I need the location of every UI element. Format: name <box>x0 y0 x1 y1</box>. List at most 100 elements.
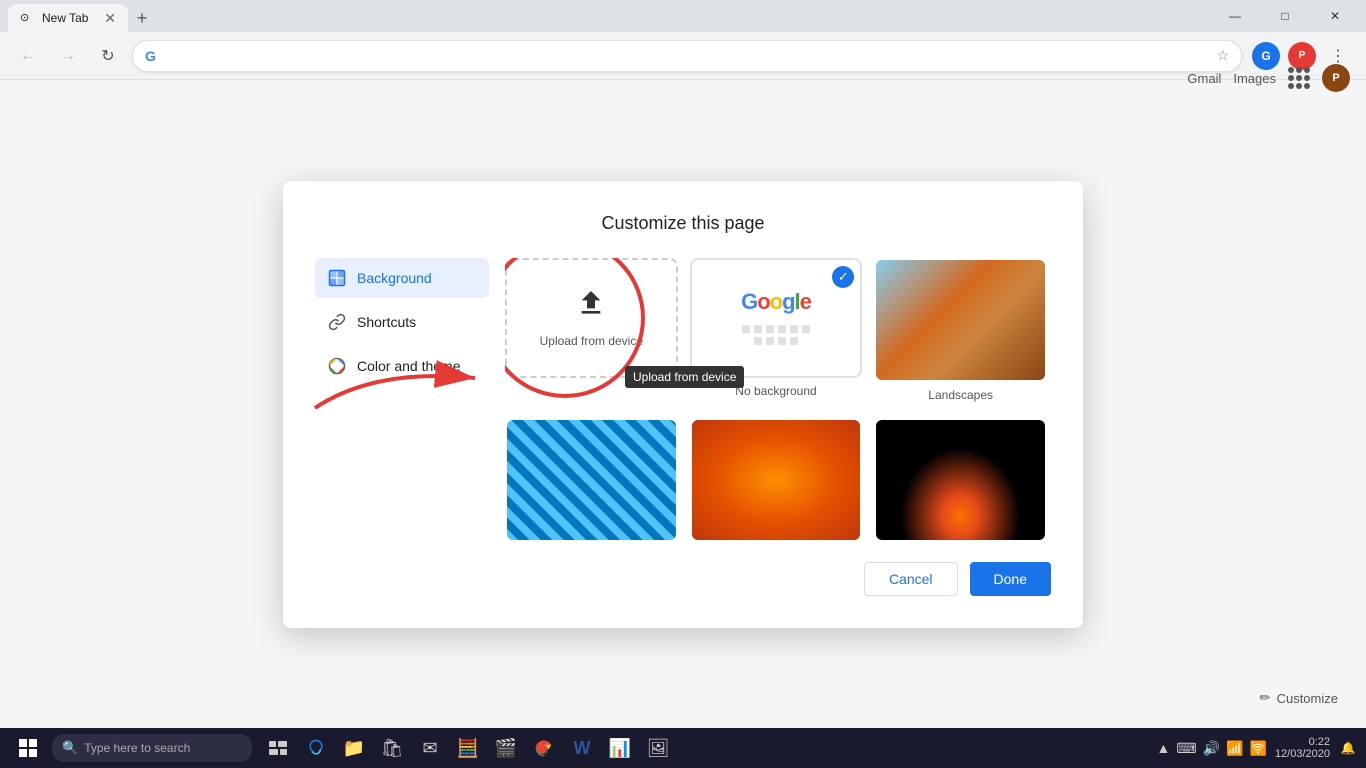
titlebar: ⊙ New Tab ✕ + — □ ✕ <box>0 0 1366 32</box>
media-icon[interactable]: 🎬 <box>488 728 524 768</box>
keyboard-icon[interactable]: ⌨ <box>1176 740 1196 757</box>
sheets-icon[interactable]: 📊 <box>602 728 638 768</box>
dialog-title: Customize this page <box>315 213 1051 234</box>
back-button[interactable]: ← <box>12 40 44 72</box>
edge-browser-icon[interactable] <box>298 728 334 768</box>
upload-label: Upload from device <box>540 334 643 348</box>
word-icon[interactable]: W <box>564 728 600 768</box>
geometric-card[interactable] <box>505 418 678 542</box>
landscapes-label: Landscapes <box>874 382 1047 406</box>
orange-card[interactable] <box>690 418 863 542</box>
orange-container <box>690 418 863 542</box>
customize-label: Customize <box>1277 691 1338 706</box>
google-logo-display: Google <box>741 289 811 315</box>
bookmark-star-icon[interactable]: ☆ <box>1216 47 1229 64</box>
top-right-links: Gmail Images P <box>1187 64 1350 92</box>
user-avatar[interactable]: P <box>1322 64 1350 92</box>
content-area: Upload from device Upload from device ✓ … <box>505 258 1051 596</box>
active-tab[interactable]: ⊙ New Tab ✕ <box>8 4 128 32</box>
volume-icon[interactable]: 🔊 <box>1203 740 1220 757</box>
background-icon <box>327 268 347 288</box>
taskbar-right: ▲ ⌨ 🔊 📶 🛜 0:22 12/03/2020 🔔 <box>1157 736 1358 760</box>
color-theme-label: Color and theme <box>357 358 461 374</box>
show-hidden-icon[interactable]: ▲ <box>1157 740 1171 756</box>
dialog-footer: Cancel Done <box>505 562 1051 596</box>
refresh-button[interactable]: ↻ <box>92 40 124 72</box>
extension-letter: P <box>1299 50 1306 61</box>
upload-card-container: Upload from device Upload from device <box>505 258 678 406</box>
system-icons: ▲ ⌨ 🔊 📶 🛜 <box>1157 740 1267 757</box>
taskbar: 🔍 Type here to search 📁 🛍 ✉ <box>0 728 1366 768</box>
windows-logo <box>19 739 37 757</box>
color-theme-icon <box>327 356 347 376</box>
landscapes-container: Landscapes <box>874 258 1047 406</box>
main-content: Customize this page Background <box>0 80 1366 728</box>
customize-button[interactable]: ✏ Customize <box>1248 684 1350 712</box>
cancel-button[interactable]: Cancel <box>864 562 958 596</box>
shortcuts-icon <box>327 312 347 332</box>
file-explorer-icon[interactable]: 📁 <box>336 728 372 768</box>
tab-favicon: ⊙ <box>20 11 34 25</box>
taskbar-app-icons: 📁 🛍 ✉ 🧮 🎬 W 📊 🖼 <box>260 728 676 768</box>
navbar: ← → ↻ G ☆ G P ⋮ <box>0 32 1366 80</box>
minimize-button[interactable]: — <box>1212 0 1258 32</box>
close-tab-button[interactable]: ✕ <box>104 10 116 27</box>
notification-icon: 🔔 <box>1341 741 1356 755</box>
search-placeholder: Type here to search <box>84 741 190 755</box>
back-icon: ← <box>20 47 36 65</box>
omnibox[interactable]: G ☆ <box>132 40 1242 72</box>
upload-from-device-card[interactable]: Upload from device <box>505 258 678 378</box>
forward-button[interactable]: → <box>52 40 84 72</box>
nav-item-color-theme[interactable]: Color and theme <box>315 346 489 386</box>
clock[interactable]: 0:22 12/03/2020 <box>1275 736 1330 760</box>
orange-thumbnail <box>692 420 861 540</box>
chrome-icon[interactable] <box>526 728 562 768</box>
nav-item-background[interactable]: Background <box>315 258 489 298</box>
images-link[interactable]: Images <box>1233 71 1276 86</box>
tab-label: New Tab <box>42 11 88 25</box>
photos-icon[interactable]: 🖼 <box>640 728 676 768</box>
network-icon[interactable]: 📶 <box>1226 740 1243 757</box>
apps-grid-button[interactable] <box>1288 67 1310 89</box>
calculator-icon[interactable]: 🧮 <box>450 728 486 768</box>
refresh-icon: ↻ <box>101 46 114 66</box>
no-background-card[interactable]: ✓ Google <box>690 258 863 378</box>
background-grid: Upload from device Upload from device ✓ … <box>505 258 1051 542</box>
sidebar-nav: Background Shortcuts <box>315 258 505 596</box>
close-window-button[interactable]: ✕ <box>1312 0 1358 32</box>
forward-icon: → <box>60 47 76 65</box>
taskbar-search[interactable]: 🔍 Type here to search <box>52 734 252 762</box>
landscapes-card[interactable] <box>874 258 1047 382</box>
edit-icon: ✏ <box>1260 690 1271 706</box>
dots-row-2 <box>754 337 798 345</box>
time-display: 0:22 <box>1275 736 1330 748</box>
selected-check: ✓ <box>832 266 854 288</box>
user-initial: P <box>1332 72 1339 84</box>
maximize-button[interactable]: □ <box>1262 0 1308 32</box>
dialog-body: Background Shortcuts <box>315 258 1051 596</box>
more-icon: ⋮ <box>1330 46 1346 66</box>
window-controls: — □ ✕ <box>1212 0 1358 32</box>
gmail-link[interactable]: Gmail <box>1187 71 1221 86</box>
sync-letter: G <box>1261 49 1270 63</box>
space-thumbnail <box>876 420 1045 540</box>
google-logo-small: G <box>145 48 156 64</box>
upload-tooltip: Upload from device <box>625 366 744 388</box>
landscape-thumbnail <box>876 260 1045 380</box>
wifi-icon[interactable]: 🛜 <box>1250 740 1267 757</box>
store-icon[interactable]: 🛍 <box>374 728 410 768</box>
mail-icon[interactable]: ✉ <box>412 728 448 768</box>
taskview-button[interactable] <box>260 728 296 768</box>
dots-row-1 <box>742 325 810 333</box>
geometric-thumbnail <box>507 420 676 540</box>
start-button[interactable] <box>8 728 48 768</box>
customize-dialog: Customize this page Background <box>283 181 1083 628</box>
notification-button[interactable]: 🔔 <box>1338 738 1358 758</box>
upload-icon <box>575 287 607 326</box>
space-card[interactable] <box>874 418 1047 542</box>
nav-item-shortcuts[interactable]: Shortcuts <box>315 302 489 342</box>
shortcuts-label: Shortcuts <box>357 314 416 330</box>
new-tab-button[interactable]: + <box>128 4 156 32</box>
space-container <box>874 418 1047 542</box>
done-button[interactable]: Done <box>970 562 1051 596</box>
